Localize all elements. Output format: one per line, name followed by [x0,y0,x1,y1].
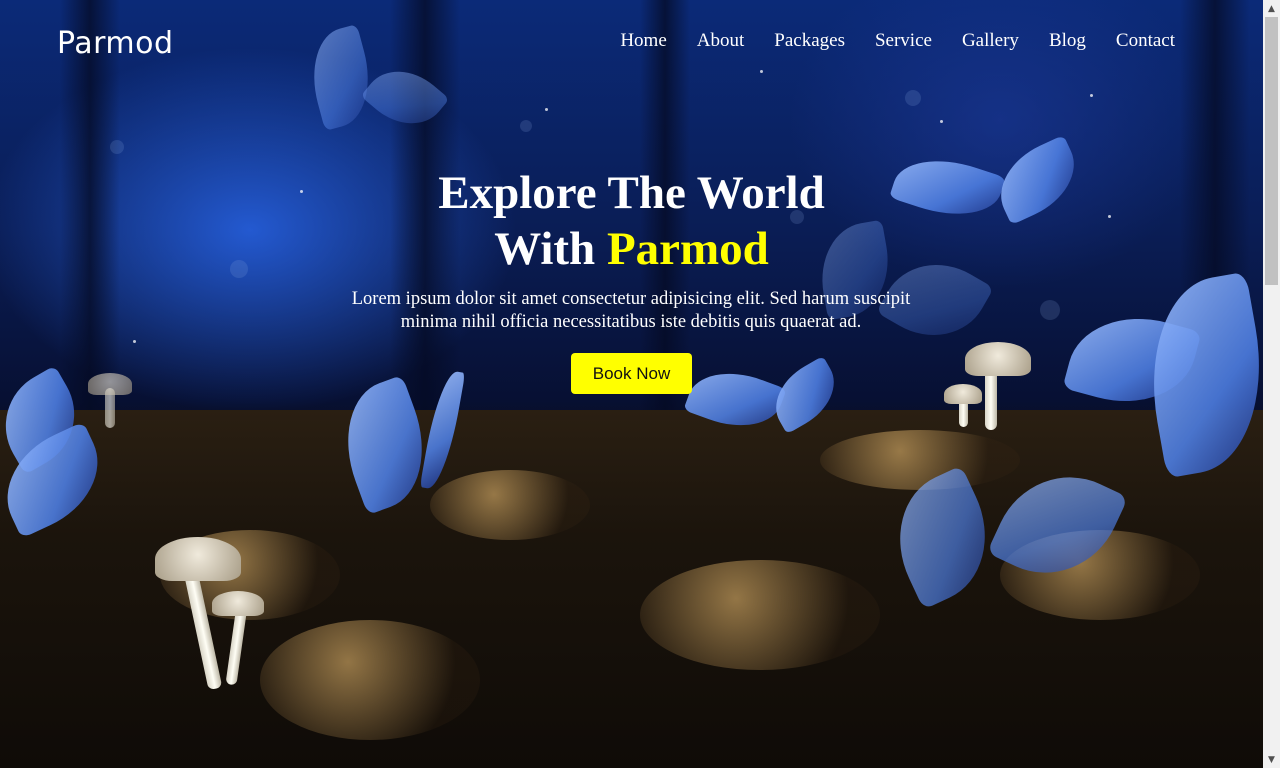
nav-packages-link[interactable]: Packages [774,30,845,52]
scroll-down-icon[interactable]: ▼ [1263,751,1280,768]
hero-headline-prefix: With [494,223,607,275]
book-now-button[interactable]: Book Now [571,353,692,394]
hero-headline: Explore The World With Parmod [0,165,1263,277]
nav-gallery-link[interactable]: Gallery [962,30,1019,52]
main-nav: Home About Packages Service Gallery Blog… [620,30,1175,52]
scrollbar-thumb[interactable] [1265,17,1278,285]
nav-about-link[interactable]: About [697,30,745,52]
site-logo[interactable]: Parmod [57,26,174,61]
nav-home-link[interactable]: Home [620,30,666,52]
nav-service-link[interactable]: Service [875,30,932,52]
hero-section: Parmod Home About Packages Service Galle… [0,0,1263,768]
scroll-up-icon[interactable]: ▲ [1263,0,1280,17]
nav-contact-link[interactable]: Contact [1116,30,1175,52]
page-scrollbar[interactable]: ▲ ▼ [1263,0,1280,768]
nav-blog-link[interactable]: Blog [1049,30,1086,52]
hero-subtitle: Lorem ipsum dolor sit amet consectetur a… [351,289,911,332]
hero-headline-accent: Parmod [606,223,769,275]
hero-headline-line1: Explore The World [438,167,825,219]
